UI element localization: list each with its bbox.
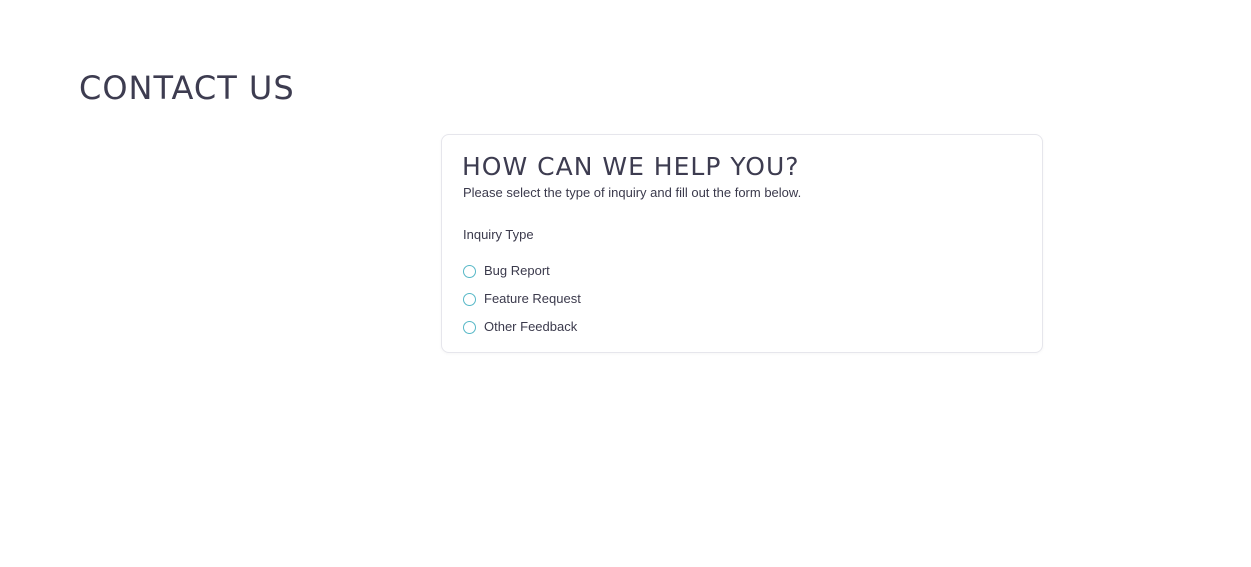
radio-option-feature-request[interactable]: Feature Request <box>463 285 581 313</box>
inquiry-card: HOW CAN WE HELP YOU? Please select the t… <box>441 134 1043 353</box>
radio-button-bug-report[interactable] <box>463 264 476 278</box>
page-title: CONTACT US <box>79 69 295 107</box>
inquiry-type-radio-group: Bug Report Feature Request Other Feedbac… <box>463 257 581 341</box>
card-title: HOW CAN WE HELP YOU? <box>462 152 800 181</box>
radio-label-feature-request[interactable]: Feature Request <box>484 290 581 308</box>
radio-option-bug-report[interactable]: Bug Report <box>463 257 581 285</box>
card-subtitle: Please select the type of inquiry and fi… <box>463 185 802 200</box>
radio-label-bug-report[interactable]: Bug Report <box>484 262 550 280</box>
radio-label-other-feedback[interactable]: Other Feedback <box>484 318 577 336</box>
radio-option-other-feedback[interactable]: Other Feedback <box>463 313 581 341</box>
radio-button-feature-request[interactable] <box>463 292 476 306</box>
inquiry-type-label: Inquiry Type <box>463 227 534 242</box>
radio-button-other-feedback[interactable] <box>463 320 476 334</box>
